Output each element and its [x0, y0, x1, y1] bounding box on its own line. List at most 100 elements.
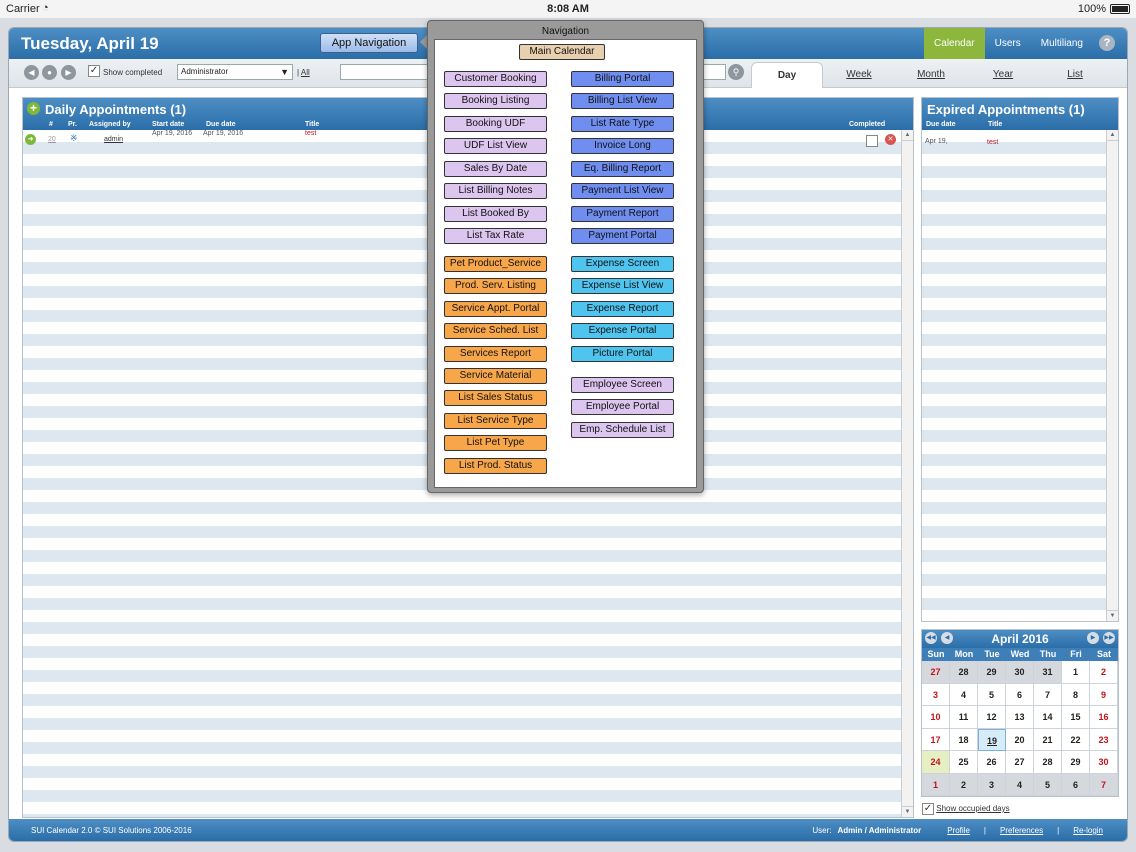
nav-left-button-2[interactable]: Booking UDF	[444, 116, 547, 132]
calendar-day[interactable]: 5	[978, 683, 1006, 706]
nav-right-button-13[interactable]: Employee Screen	[571, 377, 674, 393]
calendar-day[interactable]: 17	[922, 728, 950, 751]
next-icon[interactable]: ▶	[61, 65, 76, 80]
nav-right-button-15[interactable]: Emp. Schedule List	[571, 422, 674, 438]
calendar-day[interactable]: 4	[1006, 773, 1034, 796]
tab-list[interactable]: List	[1039, 62, 1111, 88]
show-completed-checkbox[interactable]: ✓	[88, 65, 100, 77]
calendar-day[interactable]: 18	[950, 728, 978, 751]
scroll-up-icon[interactable]: ▲	[1107, 130, 1118, 141]
nav-right-button-8[interactable]: Expense Screen	[571, 256, 674, 272]
nav-left-button-14[interactable]: List Sales Status	[444, 390, 547, 406]
next-month-icon[interactable]: ▶	[1087, 632, 1099, 644]
nav-right-button-2[interactable]: List Rate Type	[571, 116, 674, 132]
scroll-down-icon[interactable]: ▼	[902, 806, 913, 817]
row-completed-checkbox[interactable]	[866, 135, 878, 147]
calendar-day[interactable]: 8	[1062, 683, 1090, 706]
calendar-day[interactable]: 24	[922, 751, 950, 774]
nav-left-button-5[interactable]: List Billing Notes	[444, 183, 547, 199]
row-assigned-by[interactable]: admin	[104, 136, 123, 143]
calendar-day[interactable]: 12	[978, 706, 1006, 729]
nav-left-button-0[interactable]: Customer Booking	[444, 71, 547, 87]
calendar-day[interactable]: 31	[1034, 661, 1062, 684]
nav-right-button-14[interactable]: Employee Portal	[571, 399, 674, 415]
nav-left-button-3[interactable]: UDF List View	[444, 138, 547, 154]
help-icon[interactable]: ?	[1099, 35, 1115, 51]
calendar-day[interactable]: 3	[978, 773, 1006, 796]
calendar-day[interactable]: 29	[978, 661, 1006, 684]
nav-right-button-1[interactable]: Billing List View	[571, 93, 674, 109]
expired-row-title[interactable]: test	[987, 139, 998, 146]
nav-right-button-0[interactable]: Billing Portal	[571, 71, 674, 87]
calendar-day[interactable]: 7	[1090, 773, 1118, 796]
scroll-up-icon[interactable]: ▲	[902, 130, 913, 141]
tab-day[interactable]: Day	[751, 62, 823, 88]
show-occupied-checkbox[interactable]: ✓	[922, 803, 934, 815]
nav-right-button-12[interactable]: Picture Portal	[571, 346, 674, 362]
nav-left-button-6[interactable]: List Booked By	[444, 206, 547, 222]
calendar-day[interactable]: 10	[922, 706, 950, 729]
scroll-down-icon[interactable]: ▼	[1107, 610, 1118, 621]
profile-link[interactable]: Profile	[947, 826, 970, 835]
calendar-day[interactable]: 28	[1034, 751, 1062, 774]
nav-right-button-7[interactable]: Payment Portal	[571, 228, 674, 244]
calendar-day[interactable]: 16	[1090, 706, 1118, 729]
nav-right-button-4[interactable]: Eq. Billing Report	[571, 161, 674, 177]
app-navigation-button[interactable]: App Navigation	[320, 33, 418, 53]
nav-left-button-1[interactable]: Booking Listing	[444, 93, 547, 109]
nav-left-button-10[interactable]: Service Appt. Portal	[444, 301, 547, 317]
calendar-day[interactable]: 30	[1090, 751, 1118, 774]
calendar-day[interactable]: 2	[950, 773, 978, 796]
calendar-day[interactable]: 2	[1090, 661, 1118, 684]
nav-left-button-4[interactable]: Sales By Date	[444, 161, 547, 177]
calendar-day[interactable]: 22	[1062, 728, 1090, 751]
nav-right-button-11[interactable]: Expense Portal	[571, 323, 674, 339]
nav-right-button-10[interactable]: Expense Report	[571, 301, 674, 317]
search-icon[interactable]: ⚲	[728, 64, 744, 80]
calendar-day[interactable]: 3	[922, 683, 950, 706]
nav-right-button-6[interactable]: Payment Report	[571, 206, 674, 222]
row-title[interactable]: test	[305, 130, 316, 137]
calendar-day[interactable]: 6	[1062, 773, 1090, 796]
nav-left-button-17[interactable]: List Prod. Status	[444, 458, 547, 474]
tab-month[interactable]: Month	[895, 62, 967, 88]
calendar-day[interactable]: 26	[978, 751, 1006, 774]
delete-icon[interactable]: ✕	[885, 134, 896, 145]
calendar-day[interactable]: 21	[1034, 728, 1062, 751]
all-link[interactable]: All	[301, 68, 310, 77]
expired-scrollbar[interactable]: ▲ ▼	[1106, 130, 1118, 621]
nav-right-button-3[interactable]: Invoice Long	[571, 138, 674, 154]
show-occupied-toggle[interactable]: ✓ Show occupied days	[922, 803, 1010, 815]
nav-multilang[interactable]: Multiliang	[1031, 28, 1093, 59]
calendar-day[interactable]: 27	[922, 661, 950, 684]
preferences-link[interactable]: Preferences	[1000, 826, 1043, 835]
calendar-day[interactable]: 7	[1034, 683, 1062, 706]
nav-left-button-16[interactable]: List Pet Type	[444, 435, 547, 451]
calendar-day[interactable]: 27	[1006, 751, 1034, 774]
all-filter[interactable]: | All	[297, 68, 310, 77]
calendar-day[interactable]: 23	[1090, 728, 1118, 751]
row-num[interactable]: 20	[48, 136, 56, 143]
calendar-day[interactable]: 1	[1062, 661, 1090, 684]
calendar-day[interactable]: 20	[1006, 728, 1034, 751]
relogin-link[interactable]: Re-login	[1073, 826, 1103, 835]
tab-week[interactable]: Week	[823, 62, 895, 88]
calendar-day[interactable]: 5	[1034, 773, 1062, 796]
calendar-day[interactable]: 6	[1006, 683, 1034, 706]
calendar-day[interactable]: 4	[950, 683, 978, 706]
nav-main-calendar[interactable]: Main Calendar	[519, 44, 605, 60]
calendar-day[interactable]: 13	[1006, 706, 1034, 729]
nav-calendar[interactable]: Calendar	[924, 28, 985, 59]
calendar-day[interactable]: 25	[950, 751, 978, 774]
calendar-day[interactable]: 9	[1090, 683, 1118, 706]
go-icon[interactable]: ➜	[25, 134, 36, 145]
last-month-icon[interactable]: ▶▶	[1103, 632, 1115, 644]
calendar-day[interactable]: 11	[950, 706, 978, 729]
tab-year[interactable]: Year	[967, 62, 1039, 88]
nav-left-button-13[interactable]: Service Material	[444, 368, 547, 384]
calendar-day[interactable]: 1	[922, 773, 950, 796]
nav-left-button-9[interactable]: Prod. Serv. Listing	[444, 278, 547, 294]
calendar-day[interactable]: 28	[950, 661, 978, 684]
nav-left-button-7[interactable]: List Tax Rate	[444, 228, 547, 244]
calendar-day[interactable]: 15	[1062, 706, 1090, 729]
